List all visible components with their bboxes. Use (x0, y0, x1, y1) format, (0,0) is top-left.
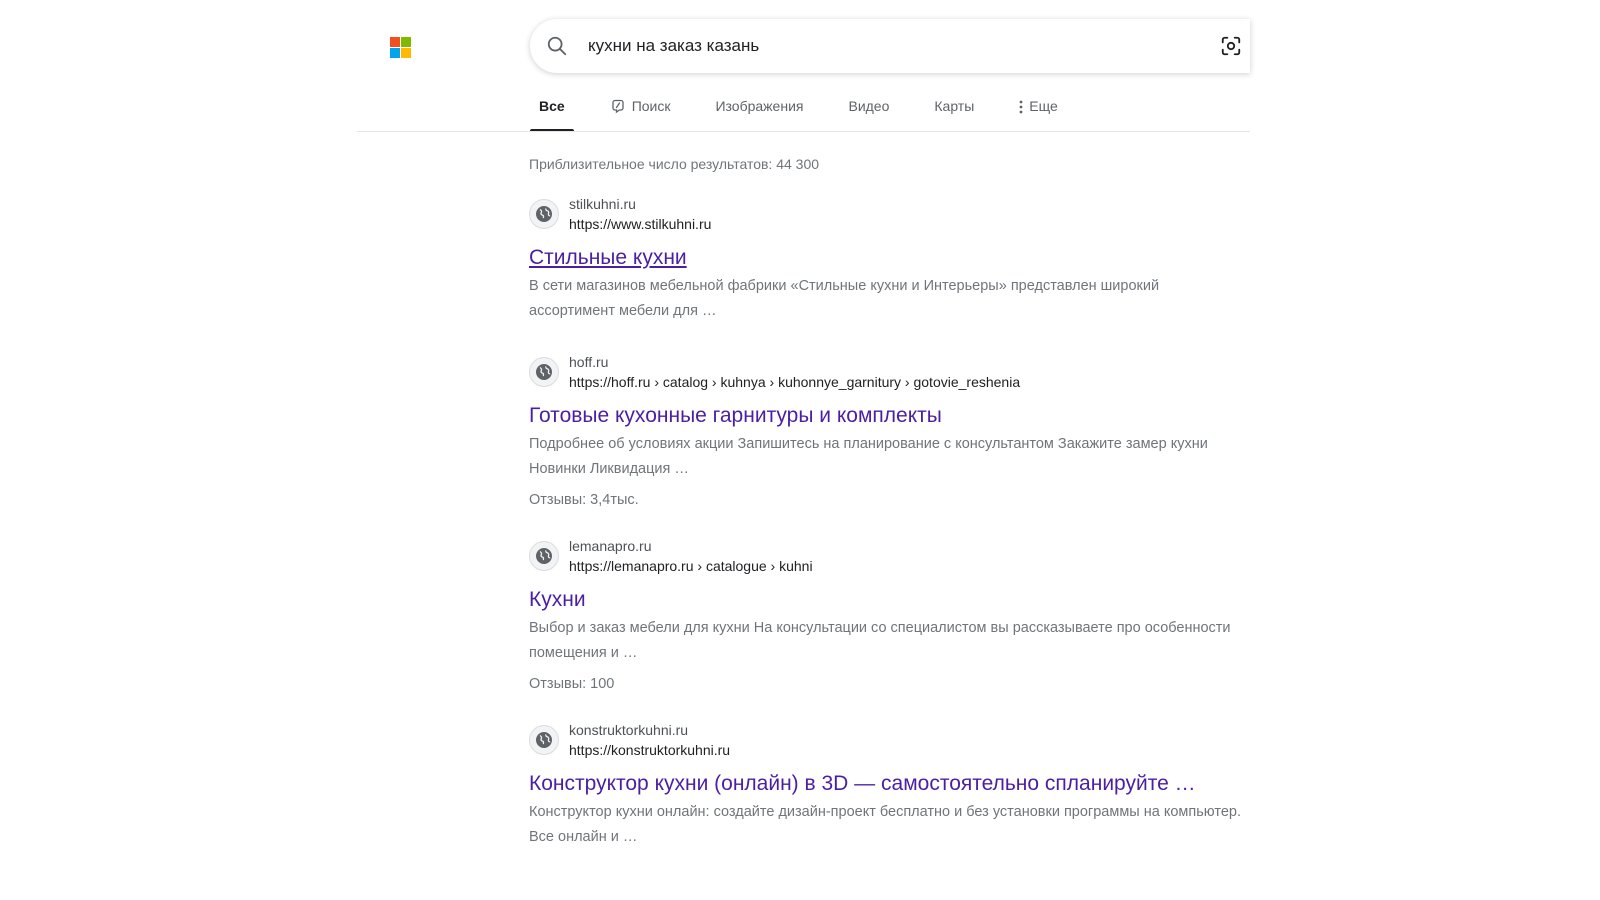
globe-icon (529, 725, 559, 755)
tab-video[interactable]: Видео (839, 88, 898, 132)
result-url: https://konstruktorkuhni.ru (569, 742, 731, 758)
search-tabs: Все Поиск Изображения Видео Карты Еще (530, 88, 1094, 132)
tab-label: Видео (848, 98, 890, 114)
logo-square-green (401, 37, 411, 47)
result-snippet: Подробнее об условиях акции Запишитесь н… (529, 436, 1208, 477)
search-box[interactable] (530, 19, 1250, 73)
result-site-name: konstruktorkuhni.ru (569, 722, 689, 738)
tab-label: Изображения (715, 98, 804, 114)
visual-search-icon[interactable] (1220, 35, 1242, 57)
results-list: Приблизительное число результатов: 44 30… (529, 152, 1249, 878)
result-reviews: Отзывы: 100 (529, 676, 615, 692)
tab-maps[interactable]: Карты (925, 88, 983, 132)
result-source[interactable]: hoff.ru https://hoff.ru › catalog › kuhn… (529, 352, 1249, 392)
tab-label: Карты (934, 98, 975, 114)
result-site-name: stilkuhni.ru (569, 196, 636, 212)
logo-square-red (390, 37, 400, 47)
globe-icon (529, 357, 559, 387)
result-site-name: hoff.ru (569, 354, 609, 370)
result-url: https://hoff.ru › catalog › kuhnya › kuh… (569, 374, 1021, 390)
tab-label: Еще (1029, 98, 1058, 114)
tab-search[interactable]: Поиск (601, 88, 680, 132)
result-title-link[interactable]: Кухни (529, 586, 1249, 614)
copilot-icon (612, 99, 624, 114)
result-snippet: Выбор и заказ мебели для кухни На консул… (529, 620, 1231, 661)
microsoft-logo[interactable] (390, 37, 411, 58)
search-results-page: Все Поиск Изображения Видео Карты Еще (0, 0, 1600, 900)
result-title-link[interactable]: Готовые кухонные гарнитуры и комплекты (529, 402, 1249, 430)
result-source[interactable]: lemanapro.ru https://lemanapro.ru › cata… (529, 536, 1249, 576)
logo-square-yellow (401, 48, 411, 58)
search-icon[interactable] (546, 35, 568, 57)
tab-all[interactable]: Все (530, 88, 574, 132)
result-url: https://www.stilkuhni.ru (569, 216, 712, 232)
logo-square-blue (390, 48, 400, 58)
globe-icon (529, 199, 559, 229)
search-result: lemanapro.ru https://lemanapro.ru › cata… (529, 536, 1249, 692)
search-result: stilkuhni.ru https://www.stilkuhni.ru Ст… (529, 194, 1249, 324)
result-site-name: lemanapro.ru (569, 538, 652, 554)
search-result: hoff.ru https://hoff.ru › catalog › kuhn… (529, 352, 1249, 508)
result-reviews: Отзывы: 3,4тыс. (529, 492, 639, 508)
search-input[interactable] (588, 36, 1178, 56)
tabs-divider (357, 131, 1250, 132)
result-snippet: Конструктор кухни онлайн: создайте дизай… (529, 804, 1241, 845)
result-title-link[interactable]: Конструктор кухни (онлайн) в 3D — самост… (529, 770, 1249, 798)
search-result: konstruktorkuhni.ru https://konstruktork… (529, 720, 1249, 850)
result-snippet: В сети магазинов мебельной фабрики «Стил… (529, 278, 1160, 319)
more-vertical-icon (1019, 100, 1023, 114)
tab-label: Поиск (631, 98, 671, 114)
result-source[interactable]: stilkuhni.ru https://www.stilkuhni.ru (529, 194, 1249, 234)
result-source[interactable]: konstruktorkuhni.ru https://konstruktork… (529, 720, 1249, 760)
tab-more[interactable]: Еще (1010, 88, 1067, 132)
result-count: Приблизительное число результатов: 44 30… (529, 156, 820, 172)
result-url: https://lemanapro.ru › catalogue › kuhni (569, 558, 813, 574)
tab-label: Все (539, 98, 565, 114)
globe-icon (529, 541, 559, 571)
result-title-link[interactable]: Стильные кухни (529, 244, 1249, 272)
tab-images[interactable]: Изображения (706, 88, 812, 132)
